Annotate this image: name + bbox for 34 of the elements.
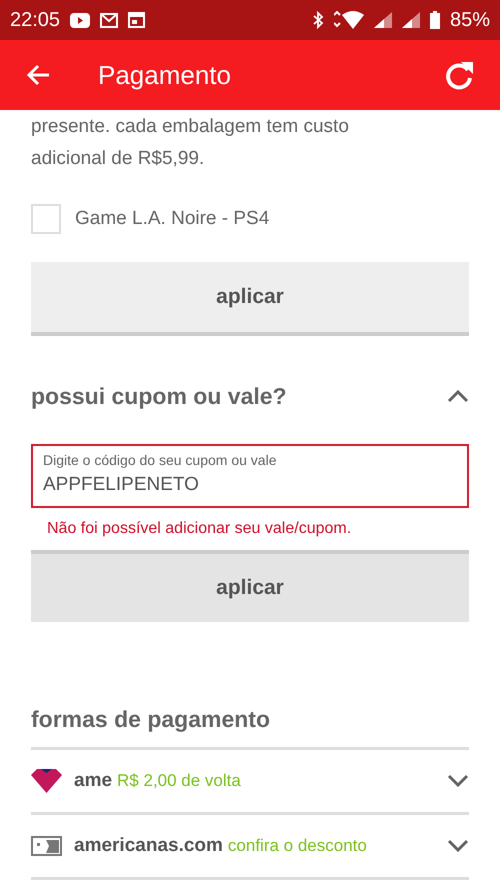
- gift-note-text: presente. cada embalagem tem custo: [31, 115, 350, 139]
- refresh-icon[interactable]: [444, 60, 474, 90]
- code-input[interactable]: APPFELIPENETO: [43, 474, 457, 496]
- calendar-icon: [128, 12, 146, 28]
- heart-icon: [31, 769, 62, 793]
- coupon-field[interactable]: Digite o código do seu cupom ou vale APPFELIPENETO: [31, 444, 469, 508]
- payment-method-name: ame: [74, 770, 112, 792]
- section-title: formas de pagamento: [31, 706, 469, 750]
- bluetooth-icon: [312, 11, 324, 29]
- apply-button[interactable]: aplicar: [31, 262, 469, 336]
- back-arrow-icon[interactable]: [26, 64, 50, 86]
- battery-percent: 85%: [450, 8, 490, 32]
- chevron-icon[interactable]: [447, 774, 469, 788]
- section-title: possui cupom ou vale?: [31, 382, 287, 410]
- offer-text: R$ 2,00 de volta: [117, 771, 241, 791]
- signal-icon: [374, 12, 392, 28]
- screen-title: Pagamento: [98, 60, 232, 90]
- video-icon: [70, 12, 90, 28]
- checkbox-label: Game L.A. Noire - PS4: [75, 208, 270, 230]
- battery-icon: [430, 11, 440, 29]
- chevron-icon[interactable]: [447, 839, 469, 853]
- clock: 22:05: [10, 8, 60, 32]
- error-message: Não foi possível adicionar seu vale/cupom.: [47, 520, 352, 538]
- checkbox[interactable]: [31, 204, 61, 234]
- signal-icon: [402, 12, 420, 28]
- chevron-icon[interactable]: [447, 389, 469, 403]
- apply-button[interactable]: aplicar: [31, 550, 469, 622]
- wifi-icon: [334, 11, 364, 29]
- field-label: Digite o código do seu cupom ou vale: [43, 452, 278, 468]
- card-icon: [31, 836, 62, 856]
- gift-note-text: adicional de R$5,99.: [31, 147, 206, 171]
- offer-text: confira o desconto: [228, 836, 367, 856]
- mail-icon: [100, 12, 118, 28]
- payment-method-name: americanas.com: [74, 835, 223, 857]
